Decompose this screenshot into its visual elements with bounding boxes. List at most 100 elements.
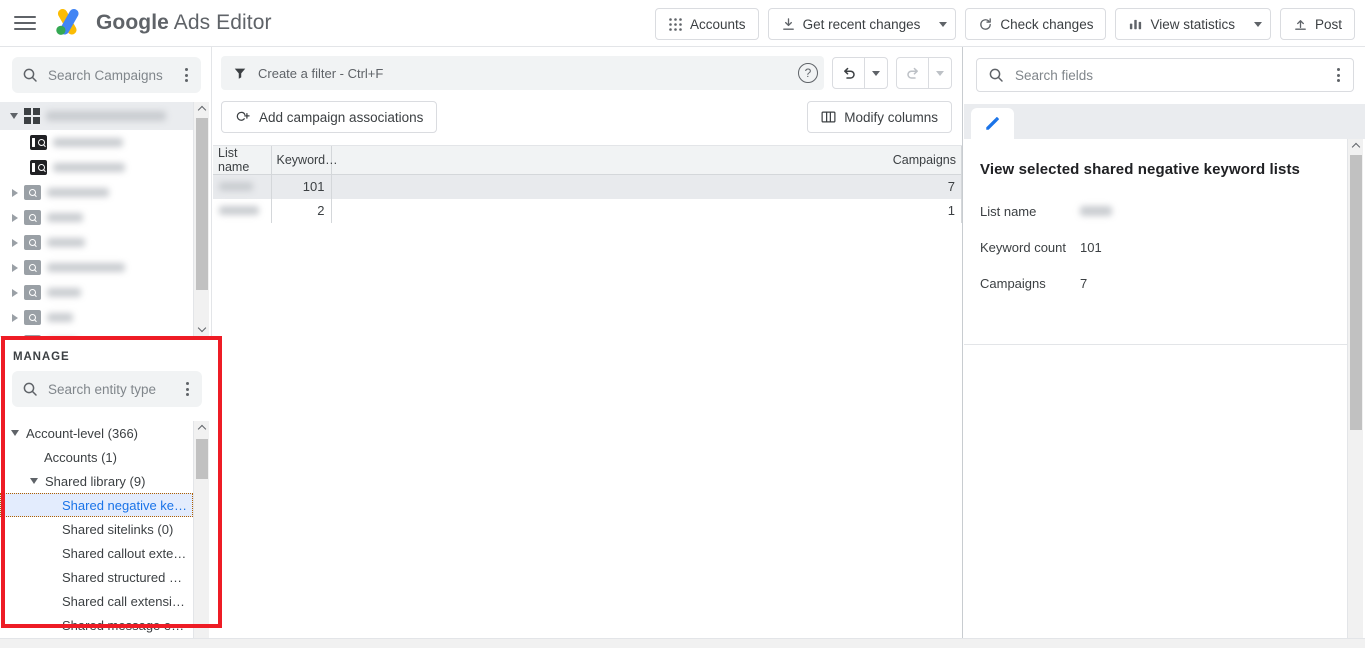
get-recent-changes-split-button: Get recent changes (767, 8, 957, 40)
add-campaign-associations-button[interactable]: Add campaign associations (221, 101, 438, 133)
campaign-tree-scrollbar[interactable] (193, 102, 209, 336)
entity-item-label: Shared call extensi… (62, 593, 185, 609)
add-association-icon (235, 109, 251, 125)
details-body: View selected shared negative keyword li… (964, 139, 1347, 648)
chevron-down-icon[interactable] (10, 113, 18, 119)
details-heading: View selected shared negative keyword li… (980, 161, 1301, 178)
chevron-right-icon[interactable] (12, 213, 18, 222)
tree-item-label-redacted (47, 288, 81, 297)
chevron-right-icon[interactable] (12, 288, 18, 297)
details-panel-scrollbar[interactable] (1347, 139, 1363, 648)
more-vert-icon[interactable] (1329, 68, 1347, 82)
tab-edit[interactable] (971, 108, 1014, 139)
scrollbar-thumb[interactable] (196, 118, 208, 290)
get-recent-changes-dropdown[interactable] (931, 9, 955, 39)
entity-item-accounts[interactable]: Accounts (1) (0, 445, 193, 469)
tree-item-campaign[interactable] (0, 205, 193, 230)
table-row[interactable]: 2 1 (213, 198, 962, 223)
filter-input[interactable]: Create a filter - Ctrl+F ? (221, 56, 824, 90)
tree-root-account[interactable] (0, 102, 193, 130)
get-recent-changes-button[interactable]: Get recent changes (769, 9, 932, 39)
redo-icon (906, 67, 918, 79)
app-root: Google Ads Editor Accounts Get recent ch… (0, 0, 1365, 648)
more-vert-icon[interactable] (178, 382, 196, 396)
field-value: 101 (1080, 239, 1102, 255)
post-button-label: Post (1314, 16, 1342, 32)
entity-item-shared-library[interactable]: Shared library (9) (0, 469, 193, 493)
action-toolbar: Add campaign associations Modify columns (213, 90, 962, 133)
add-campaign-associations-label: Add campaign associations (259, 109, 424, 125)
tree-item-label-redacted (47, 188, 109, 197)
help-glyph: ? (804, 66, 812, 80)
entity-item-label: Shared library (9) (45, 473, 146, 489)
chevron-down-icon[interactable] (11, 430, 19, 436)
modify-columns-button[interactable]: Modify columns (807, 101, 952, 133)
post-button[interactable]: Post (1279, 8, 1355, 40)
tree-item-campaign[interactable] (0, 230, 193, 255)
scrollbar-thumb[interactable] (196, 439, 208, 479)
check-changes-button[interactable]: Check changes (965, 8, 1107, 40)
view-statistics-button[interactable]: View statistics (1116, 9, 1246, 39)
tree-item-campaign[interactable] (0, 280, 193, 305)
fields-search-input[interactable]: Search fields (976, 58, 1354, 92)
chevron-right-icon[interactable] (12, 313, 18, 322)
fields-search-placeholder: Search fields (1015, 67, 1094, 83)
chevron-down-icon[interactable] (30, 478, 38, 484)
redo-dropdown[interactable] (929, 58, 951, 88)
tree-item-campaign[interactable] (0, 155, 193, 180)
entity-item-shared-negative-keywords[interactable]: Shared negative ke… (0, 493, 193, 517)
entity-item-shared-message-extensions[interactable]: Shared message e… (0, 613, 193, 637)
entity-list-scrollbar[interactable] (193, 421, 209, 648)
scroll-up-arrow[interactable] (1348, 139, 1363, 153)
filter-placeholder: Create a filter - Ctrl+F (258, 65, 384, 81)
column-header-campaigns[interactable]: Campaigns (331, 146, 962, 175)
tree-item-campaign[interactable] (0, 255, 193, 280)
accounts-button[interactable]: Accounts (655, 8, 759, 40)
tree-item-campaign[interactable] (0, 305, 193, 330)
hamburger-menu-icon[interactable] (14, 15, 36, 31)
shared-negative-keyword-lists-table: List name Keyword… Campaigns 101 7 2 1 (213, 146, 962, 223)
entity-item-account-level[interactable]: Account-level (366) (0, 421, 193, 445)
scroll-down-arrow[interactable] (194, 322, 210, 336)
field-value: 7 (1080, 275, 1088, 291)
table-row[interactable]: 101 7 (213, 174, 962, 199)
column-header-list-name[interactable]: List name (213, 146, 272, 175)
campaign-dark-icon (30, 135, 47, 150)
tree-item-campaign[interactable] (0, 130, 193, 155)
entity-item-label: Shared structured … (62, 569, 182, 585)
chevron-right-icon[interactable] (12, 263, 18, 272)
scroll-up-arrow[interactable] (194, 421, 209, 435)
brand-rest: Ads Editor (168, 11, 272, 34)
tree-item-label-redacted (47, 313, 73, 322)
view-statistics-dropdown[interactable] (1246, 9, 1270, 39)
entity-search-input[interactable]: Search entity type (12, 371, 202, 407)
campaign-tree (0, 102, 212, 336)
scroll-up-arrow[interactable] (194, 102, 209, 116)
cell-list-name (213, 198, 272, 223)
manage-section-title: MANAGE (13, 351, 70, 363)
field-value-redacted (1080, 204, 1112, 219)
column-header-keyword-count[interactable]: Keyword… (271, 146, 338, 175)
entity-item-shared-structured-snippets[interactable]: Shared structured … (0, 565, 193, 589)
more-vert-icon[interactable] (177, 68, 195, 82)
undo-split-button (832, 57, 888, 89)
undo-button[interactable] (833, 58, 864, 88)
entity-item-shared-callout-extensions[interactable]: Shared callout exte… (0, 541, 193, 565)
tree-item-label-redacted (47, 213, 83, 222)
entity-item-shared-sitelinks[interactable]: Shared sitelinks (0) (0, 517, 193, 541)
scrollbar-thumb[interactable] (1350, 155, 1362, 430)
filter-funnel-icon (233, 66, 247, 80)
tree-item-campaign[interactable] (0, 180, 193, 205)
manage-panel: MANAGE Search entity type Account-level … (0, 336, 212, 648)
redo-button[interactable] (897, 58, 928, 88)
entity-item-label: Shared message e… (62, 617, 185, 633)
google-ads-logo-icon (50, 8, 86, 38)
chevron-right-icon[interactable] (12, 238, 18, 247)
field-label: Keyword count (980, 239, 1066, 255)
undo-dropdown[interactable] (865, 58, 887, 88)
help-circle-icon[interactable]: ? (798, 63, 818, 83)
entity-item-shared-call-extensions[interactable]: Shared call extensi… (0, 589, 193, 613)
header-toolbar: Accounts Get recent changes Check change… (655, 8, 1355, 40)
chevron-right-icon[interactable] (12, 188, 18, 197)
campaign-search-input[interactable]: Search Campaigns ... (12, 57, 201, 93)
